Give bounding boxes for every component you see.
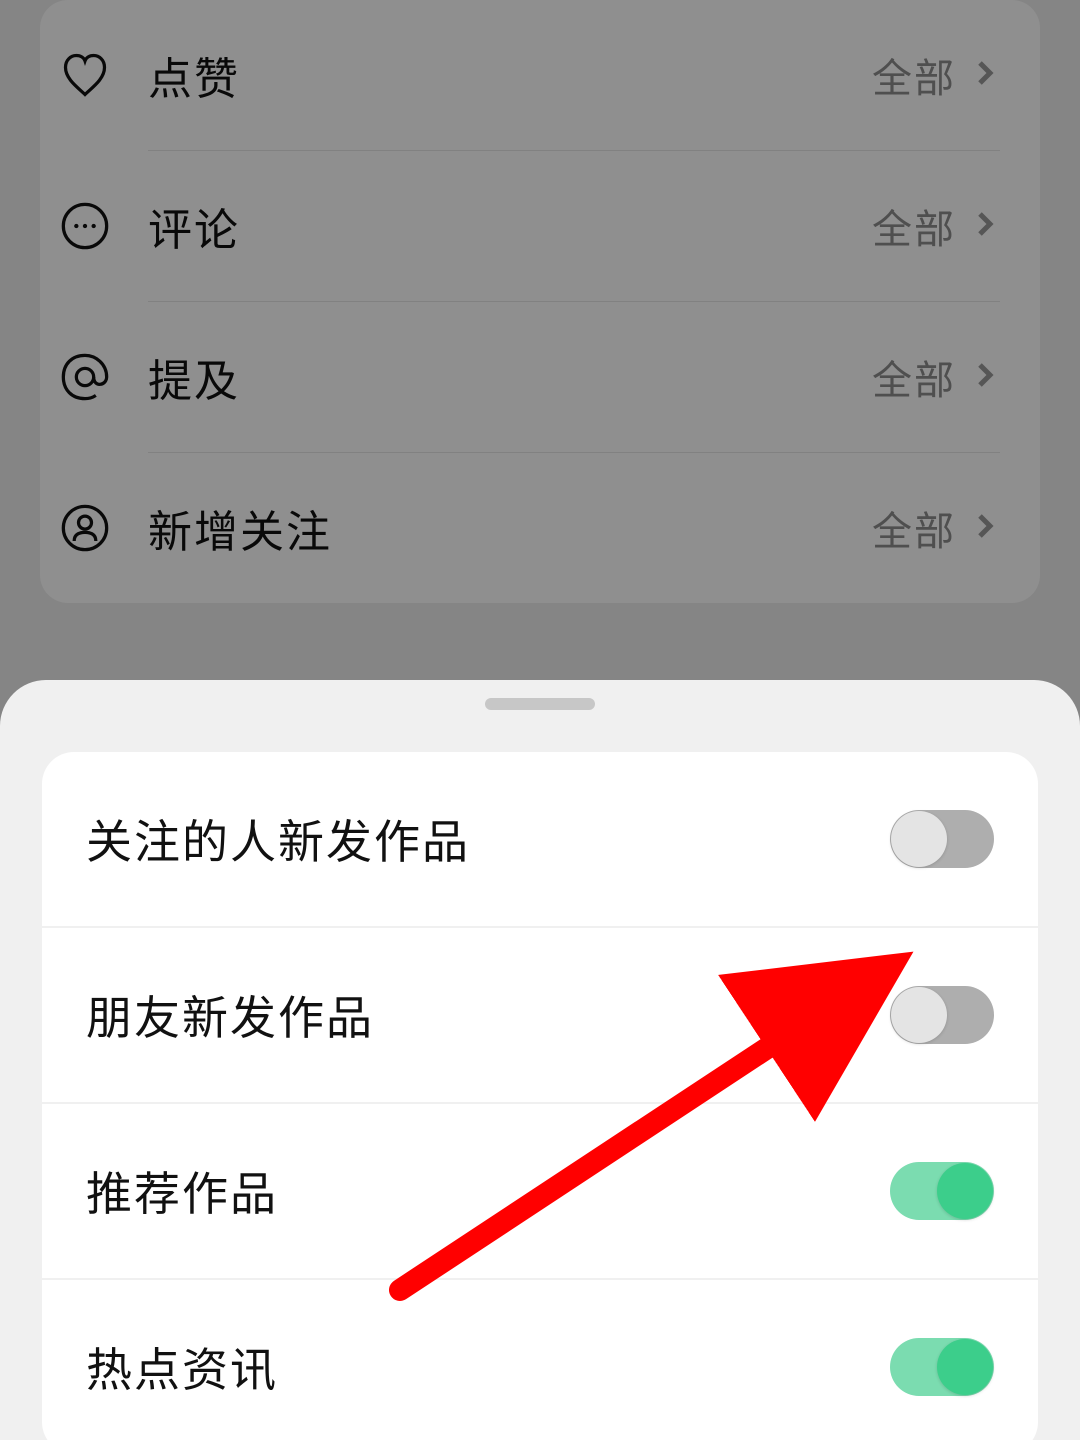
option-label: 关注的人新发作品 xyxy=(86,806,470,872)
option-row-followed-new-posts: 关注的人新发作品 xyxy=(42,752,1038,926)
option-row-friend-new-posts: 朋友新发作品 xyxy=(42,928,1038,1102)
toggle-hot-news[interactable] xyxy=(890,1338,994,1396)
toggle-followed-new-posts[interactable] xyxy=(890,810,994,868)
option-label: 朋友新发作品 xyxy=(86,982,374,1048)
option-row-recommended-posts: 推荐作品 xyxy=(42,1104,1038,1278)
sheet-options-card: 关注的人新发作品 朋友新发作品 推荐作品 热点资讯 xyxy=(42,752,1038,1440)
sheet-grabber[interactable] xyxy=(485,698,595,710)
option-row-hot-news: 热点资讯 xyxy=(42,1280,1038,1440)
toggle-friend-new-posts[interactable] xyxy=(890,986,994,1044)
toggle-recommended-posts[interactable] xyxy=(890,1162,994,1220)
bottom-sheet: 关注的人新发作品 朋友新发作品 推荐作品 热点资讯 xyxy=(0,680,1080,1440)
option-label: 热点资讯 xyxy=(86,1334,278,1400)
option-label: 推荐作品 xyxy=(86,1158,278,1224)
